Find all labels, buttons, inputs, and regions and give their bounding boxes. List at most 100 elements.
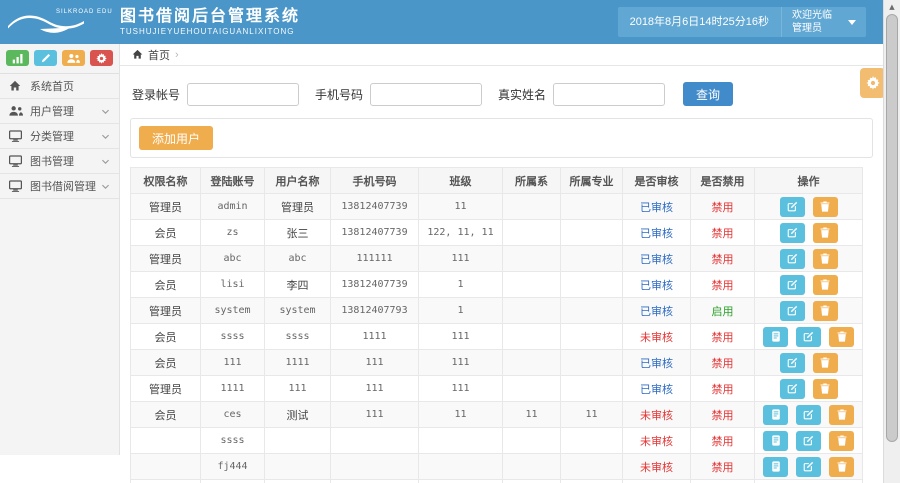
edit-button[interactable] bbox=[796, 456, 821, 477]
edit-button[interactable] bbox=[779, 378, 805, 399]
column-header-role: 权限名称 bbox=[130, 167, 201, 194]
chevron-down-icon bbox=[101, 182, 110, 191]
cell-ban-status: 禁用 bbox=[690, 375, 755, 402]
sidebar-item-home[interactable]: 系统首页 bbox=[0, 74, 119, 99]
users-icon bbox=[9, 105, 24, 117]
settings-float-button[interactable] bbox=[860, 68, 885, 98]
cell-name: 1111 bbox=[264, 349, 331, 376]
trash-icon bbox=[837, 461, 847, 472]
login-account-input[interactable] bbox=[187, 82, 300, 106]
cell-role: 管理员 bbox=[130, 245, 201, 272]
cell-audit-status: 已审核 bbox=[622, 193, 691, 220]
ban-status-text: 禁用 bbox=[711, 409, 734, 422]
cell-department bbox=[502, 349, 561, 376]
sidebar-item-label: 系统首页 bbox=[30, 81, 74, 93]
cell-class: 1 bbox=[418, 271, 503, 298]
user-table-body: 管理员 admin 管理员 13812407739 11 已审核 禁用 会员 zs 张三 13812… bbox=[130, 193, 863, 483]
column-header-major: 所属专业 bbox=[560, 167, 623, 194]
real-name-input[interactable] bbox=[553, 82, 666, 106]
edit-button[interactable] bbox=[34, 50, 57, 66]
query-button[interactable]: 查询 bbox=[683, 82, 734, 106]
monitor-icon bbox=[9, 179, 24, 193]
cell-name bbox=[264, 453, 331, 480]
users-button[interactable] bbox=[62, 50, 85, 66]
breadcrumb-home-link[interactable]: 首页 bbox=[148, 47, 170, 63]
edit-button[interactable] bbox=[779, 248, 805, 269]
delete-button[interactable] bbox=[812, 274, 838, 295]
cell-phone: 1111 bbox=[330, 323, 419, 350]
edit-button[interactable] bbox=[779, 274, 805, 295]
brand-logo: SILKROAD EDU bbox=[0, 0, 118, 44]
table-row: ssss 未审核 禁用 bbox=[130, 427, 863, 454]
cell-ban-status: 禁用 bbox=[690, 219, 755, 246]
scroll-up-arrow[interactable]: ▲ bbox=[884, 0, 900, 13]
sidebar-item-borrow-management[interactable]: 图书借阅管理 bbox=[0, 174, 119, 199]
cell-ban-status: 禁用 bbox=[690, 427, 755, 454]
column-header-department: 所属系 bbox=[502, 167, 561, 194]
edit-button[interactable] bbox=[796, 404, 821, 425]
app-title-block: 图书借阅后台管理系统 TUSHUJIEYUEHOUTAIGUANLIXITONG bbox=[118, 7, 300, 37]
phone-number-input[interactable] bbox=[370, 82, 483, 106]
edit-button[interactable] bbox=[779, 352, 805, 373]
cell-role: 会员 bbox=[130, 219, 201, 246]
cell-role: 会员 bbox=[130, 323, 201, 350]
scrollbar-thumb[interactable] bbox=[886, 14, 898, 442]
cell-name: 张三 bbox=[264, 219, 331, 246]
delete-button[interactable] bbox=[812, 196, 838, 217]
edit-button[interactable] bbox=[796, 430, 821, 451]
column-header-ban: 是否禁用 bbox=[690, 167, 755, 194]
edit-button[interactable] bbox=[779, 300, 805, 321]
login-account-label: 登录帐号 bbox=[132, 87, 181, 102]
audit-button[interactable] bbox=[763, 326, 788, 347]
cell-role: 会员 bbox=[130, 349, 201, 376]
phone-number-label: 手机号码 bbox=[315, 87, 364, 102]
sidebar-item-book-management[interactable]: 图书管理 bbox=[0, 149, 119, 174]
cell-major bbox=[560, 349, 623, 376]
edit-button[interactable] bbox=[796, 326, 821, 347]
search-form: 登录帐号 手机号码 真实姓名 查询 bbox=[130, 74, 873, 118]
trash-icon bbox=[820, 357, 830, 368]
delete-button[interactable] bbox=[829, 404, 854, 425]
edit-button[interactable] bbox=[779, 196, 805, 217]
cell-account: admin bbox=[200, 193, 265, 220]
cell-ban-status: 禁用 bbox=[690, 453, 755, 480]
ban-status-text: 禁用 bbox=[711, 383, 734, 396]
ban-status-text: 禁用 bbox=[711, 435, 734, 448]
sidebar-item-user-management[interactable]: 用户管理 bbox=[0, 99, 119, 124]
settings-button[interactable] bbox=[90, 50, 113, 66]
welcome-line2: 管理员 bbox=[792, 23, 822, 34]
add-user-button[interactable]: 添加用户 bbox=[139, 126, 214, 150]
cell-major bbox=[560, 297, 623, 324]
chevron-down-icon bbox=[101, 107, 110, 116]
bar-chart-button[interactable] bbox=[6, 50, 29, 66]
cell-actions bbox=[754, 401, 863, 428]
sidebar-item-category-management[interactable]: 分类管理 bbox=[0, 124, 119, 149]
delete-button[interactable] bbox=[829, 430, 854, 451]
cell-phone: 111111 bbox=[330, 245, 419, 272]
delete-button[interactable] bbox=[812, 300, 838, 321]
cell-class: 111 bbox=[418, 375, 503, 402]
edit-button[interactable] bbox=[779, 222, 805, 243]
audit-button[interactable] bbox=[763, 430, 788, 451]
cell-account: system bbox=[200, 297, 265, 324]
cell-phone: 111 bbox=[330, 349, 419, 376]
datetime-display: 2018年8月6日14时25分16秒 bbox=[618, 7, 782, 37]
cell-name: 李四 bbox=[264, 271, 331, 298]
cell-phone: 111 bbox=[330, 375, 419, 402]
cell-audit-status: 未审核 bbox=[622, 453, 691, 480]
delete-button[interactable] bbox=[812, 378, 838, 399]
user-dropdown[interactable]: 2018年8月6日14时25分16秒 欢迎光临 管理员 bbox=[617, 7, 866, 37]
delete-button[interactable] bbox=[829, 326, 854, 347]
audit-button[interactable] bbox=[763, 456, 788, 477]
app-title: 图书借阅后台管理系统 bbox=[120, 8, 301, 25]
cell-ban-status: 禁用 bbox=[690, 349, 755, 376]
delete-button[interactable] bbox=[812, 352, 838, 373]
audit-button[interactable] bbox=[763, 404, 788, 425]
table-row: 未审核禁用 bbox=[130, 479, 863, 483]
delete-button[interactable] bbox=[812, 222, 838, 243]
cell-major bbox=[560, 323, 623, 350]
cell-role: 会员 bbox=[130, 401, 201, 428]
delete-button[interactable] bbox=[829, 456, 854, 477]
delete-button[interactable] bbox=[812, 248, 838, 269]
cell-class: 122, 11, 11 bbox=[418, 219, 503, 246]
